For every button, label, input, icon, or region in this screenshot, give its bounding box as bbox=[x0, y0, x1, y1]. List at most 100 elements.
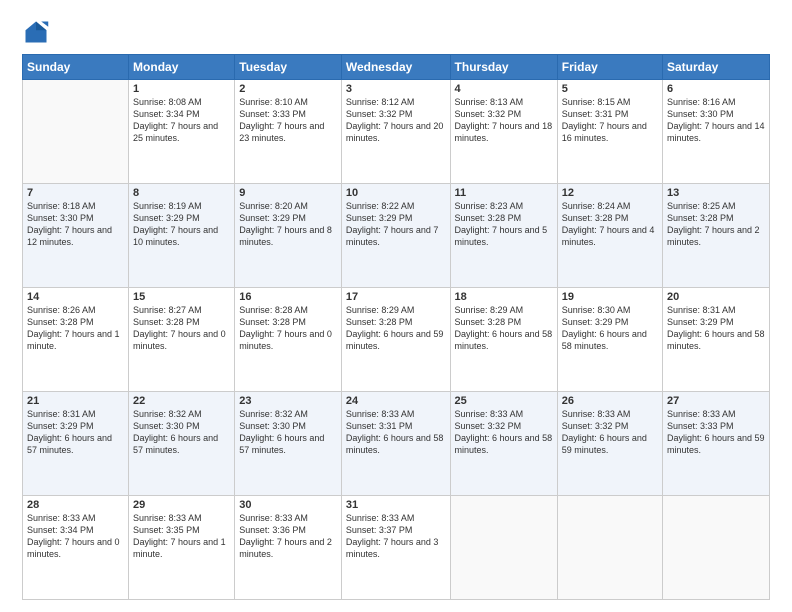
sunrise-time: Sunrise: 8:33 AM bbox=[27, 513, 96, 523]
sunrise-time: Sunrise: 8:32 AM bbox=[239, 409, 308, 419]
calendar-cell bbox=[23, 80, 129, 184]
calendar-cell bbox=[450, 496, 557, 600]
sunset-time: Sunset: 3:33 PM bbox=[667, 421, 734, 431]
col-wednesday: Wednesday bbox=[341, 55, 450, 80]
calendar-cell: 10Sunrise: 8:22 AMSunset: 3:29 PMDayligh… bbox=[341, 184, 450, 288]
calendar-cell: 18Sunrise: 8:29 AMSunset: 3:28 PMDayligh… bbox=[450, 288, 557, 392]
sunset-time: Sunset: 3:30 PM bbox=[239, 421, 306, 431]
sunset-time: Sunset: 3:28 PM bbox=[133, 317, 200, 327]
day-number: 20 bbox=[667, 291, 765, 303]
calendar-cell: 7Sunrise: 8:18 AMSunset: 3:30 PMDaylight… bbox=[23, 184, 129, 288]
day-number: 21 bbox=[27, 395, 124, 407]
sunrise-time: Sunrise: 8:23 AM bbox=[455, 201, 524, 211]
calendar-cell: 22Sunrise: 8:32 AMSunset: 3:30 PMDayligh… bbox=[129, 392, 235, 496]
day-info: Sunrise: 8:19 AMSunset: 3:29 PMDaylight:… bbox=[133, 200, 230, 249]
sunrise-time: Sunrise: 8:10 AM bbox=[239, 97, 308, 107]
day-number: 6 bbox=[667, 83, 765, 95]
sunset-time: Sunset: 3:32 PM bbox=[562, 421, 629, 431]
sunrise-time: Sunrise: 8:32 AM bbox=[133, 409, 202, 419]
day-number: 10 bbox=[346, 187, 446, 199]
calendar-cell: 27Sunrise: 8:33 AMSunset: 3:33 PMDayligh… bbox=[663, 392, 770, 496]
daylight-hours: Daylight: 7 hours and 18 minutes. bbox=[455, 121, 553, 143]
day-number: 30 bbox=[239, 499, 337, 511]
day-number: 24 bbox=[346, 395, 446, 407]
day-number: 1 bbox=[133, 83, 230, 95]
daylight-hours: Daylight: 6 hours and 58 minutes. bbox=[562, 329, 647, 351]
daylight-hours: Daylight: 7 hours and 7 minutes. bbox=[346, 225, 439, 247]
day-number: 31 bbox=[346, 499, 446, 511]
sunrise-time: Sunrise: 8:31 AM bbox=[667, 305, 736, 315]
daylight-hours: Daylight: 6 hours and 58 minutes. bbox=[346, 433, 444, 455]
day-info: Sunrise: 8:31 AMSunset: 3:29 PMDaylight:… bbox=[27, 408, 124, 457]
day-info: Sunrise: 8:33 AMSunset: 3:37 PMDaylight:… bbox=[346, 512, 446, 561]
day-info: Sunrise: 8:20 AMSunset: 3:29 PMDaylight:… bbox=[239, 200, 337, 249]
daylight-hours: Daylight: 7 hours and 2 minutes. bbox=[667, 225, 760, 247]
calendar-header-row: Sunday Monday Tuesday Wednesday Thursday… bbox=[23, 55, 770, 80]
day-info: Sunrise: 8:33 AM Sunset: 3:34 PM Daylight:… bbox=[27, 512, 124, 561]
sunrise-time: Sunrise: 8:33 AM bbox=[239, 513, 308, 523]
sunset-time: Sunset: 3:34 PM bbox=[27, 525, 94, 535]
sunset-time: Sunset: 3:28 PM bbox=[346, 317, 413, 327]
calendar-week-row: 7Sunrise: 8:18 AMSunset: 3:30 PMDaylight… bbox=[23, 184, 770, 288]
sunset-time: Sunset: 3:28 PM bbox=[562, 213, 629, 223]
sunrise-time: Sunrise: 8:16 AM bbox=[667, 97, 736, 107]
sunset-time: Sunset: 3:34 PM bbox=[133, 109, 200, 119]
daylight-hours: Daylight: 7 hours and 0 minutes. bbox=[27, 537, 120, 559]
day-number: 2 bbox=[239, 83, 337, 95]
day-info: Sunrise: 8:26 AMSunset: 3:28 PMDaylight:… bbox=[27, 304, 124, 353]
sunset-time: Sunset: 3:32 PM bbox=[455, 109, 522, 119]
calendar-cell: 13Sunrise: 8:25 AMSunset: 3:28 PMDayligh… bbox=[663, 184, 770, 288]
sunset-time: Sunset: 3:28 PM bbox=[667, 213, 734, 223]
daylight-hours: Daylight: 7 hours and 4 minutes. bbox=[562, 225, 655, 247]
day-info: Sunrise: 8:33 AMSunset: 3:36 PMDaylight:… bbox=[239, 512, 337, 561]
calendar-cell: 6Sunrise: 8:16 AMSunset: 3:30 PMDaylight… bbox=[663, 80, 770, 184]
calendar-week-row: 14Sunrise: 8:26 AMSunset: 3:28 PMDayligh… bbox=[23, 288, 770, 392]
sunrise-time: Sunrise: 8:12 AM bbox=[346, 97, 415, 107]
calendar-cell: 30Sunrise: 8:33 AMSunset: 3:36 PMDayligh… bbox=[235, 496, 342, 600]
daylight-hours: Daylight: 6 hours and 58 minutes. bbox=[455, 433, 553, 455]
daylight-hours: Daylight: 7 hours and 0 minutes. bbox=[133, 329, 226, 351]
day-info: Sunrise: 8:32 AMSunset: 3:30 PMDaylight:… bbox=[133, 408, 230, 457]
calendar-cell bbox=[557, 496, 662, 600]
calendar-cell: 19Sunrise: 8:30 AMSunset: 3:29 PMDayligh… bbox=[557, 288, 662, 392]
sunrise-time: Sunrise: 8:33 AM bbox=[562, 409, 631, 419]
calendar-cell: 3Sunrise: 8:12 AMSunset: 3:32 PMDaylight… bbox=[341, 80, 450, 184]
day-info: Sunrise: 8:22 AMSunset: 3:29 PMDaylight:… bbox=[346, 200, 446, 249]
daylight-hours: Daylight: 7 hours and 5 minutes. bbox=[455, 225, 548, 247]
day-number: 23 bbox=[239, 395, 337, 407]
col-monday: Monday bbox=[129, 55, 235, 80]
sunrise-time: Sunrise: 8:19 AM bbox=[133, 201, 202, 211]
day-number: 9 bbox=[239, 187, 337, 199]
day-number: 26 bbox=[562, 395, 658, 407]
day-number: 25 bbox=[455, 395, 553, 407]
sunset-time: Sunset: 3:29 PM bbox=[239, 213, 306, 223]
daylight-hours: Daylight: 6 hours and 59 minutes. bbox=[667, 433, 765, 455]
day-number: 4 bbox=[455, 83, 553, 95]
calendar-cell: 4 Sunrise: 8:13 AM Sunset: 3:32 PM Daylight… bbox=[450, 80, 557, 184]
daylight-hours: Daylight: 7 hours and 12 minutes. bbox=[27, 225, 112, 247]
calendar-cell: 26Sunrise: 8:33 AMSunset: 3:32 PMDayligh… bbox=[557, 392, 662, 496]
day-info: Sunrise: 8:28 AMSunset: 3:28 PMDaylight:… bbox=[239, 304, 337, 353]
day-info: Sunrise: 8:31 AMSunset: 3:29 PMDaylight:… bbox=[667, 304, 765, 353]
sunset-time: Sunset: 3:37 PM bbox=[346, 525, 413, 535]
daylight-hours: Daylight: 7 hours and 0 minutes. bbox=[239, 329, 332, 351]
day-info: Sunrise: 8:15 AMSunset: 3:31 PMDaylight:… bbox=[562, 96, 658, 145]
daylight-hours: Daylight: 7 hours and 1 minute. bbox=[133, 537, 226, 559]
sunset-time: Sunset: 3:28 PM bbox=[455, 213, 522, 223]
calendar-week-row: 1 Sunrise: 8:08 AM Sunset: 3:34 PM Daylight… bbox=[23, 80, 770, 184]
day-info: Sunrise: 8:10 AMSunset: 3:33 PMDaylight:… bbox=[239, 96, 337, 145]
day-info: Sunrise: 8:29 AMSunset: 3:28 PMDaylight:… bbox=[346, 304, 446, 353]
day-info: Sunrise: 8:33 AMSunset: 3:31 PMDaylight:… bbox=[346, 408, 446, 457]
day-info: Sunrise: 8:12 AMSunset: 3:32 PMDaylight:… bbox=[346, 96, 446, 145]
calendar-cell: 15Sunrise: 8:27 AMSunset: 3:28 PMDayligh… bbox=[129, 288, 235, 392]
calendar-cell: 28Sunrise: 8:33 AMSunset: 3:34 PMDayligh… bbox=[23, 496, 129, 600]
daylight-hours: Daylight: 6 hours and 58 minutes. bbox=[455, 329, 553, 351]
sunrise-time: Sunrise: 8:08 AM bbox=[133, 97, 202, 107]
daylight-hours: Daylight: 7 hours and 3 minutes. bbox=[346, 537, 439, 559]
sunrise-time: Sunrise: 8:15 AM bbox=[562, 97, 631, 107]
sunrise-time: Sunrise: 8:13 AM bbox=[455, 97, 524, 107]
sunset-time: Sunset: 3:36 PM bbox=[239, 525, 306, 535]
sunset-time: Sunset: 3:29 PM bbox=[133, 213, 200, 223]
calendar-cell: 20Sunrise: 8:31 AMSunset: 3:29 PMDayligh… bbox=[663, 288, 770, 392]
calendar-cell: 31Sunrise: 8:33 AMSunset: 3:37 PMDayligh… bbox=[341, 496, 450, 600]
